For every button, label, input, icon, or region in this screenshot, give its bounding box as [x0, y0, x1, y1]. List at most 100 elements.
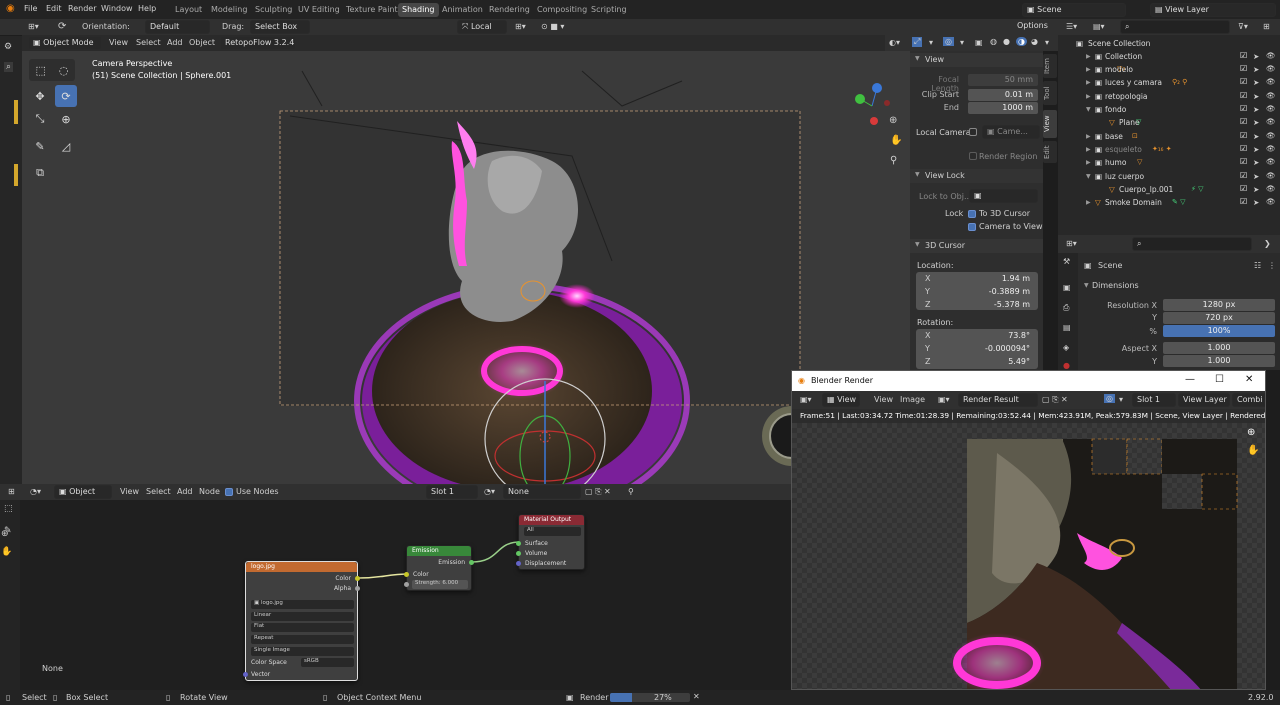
select-arrow-icon[interactable]: ➤	[1253, 198, 1259, 207]
outliner-row[interactable]: ▶ ▣ base ⊡ ☑ ➤ 👁	[1062, 130, 1280, 143]
aspect-x-field[interactable]: 1.000	[1163, 342, 1275, 354]
overlay-toggle-icon[interactable]: ◎	[943, 37, 954, 46]
dimensions-collapse-icon[interactable]: ▼	[1084, 282, 1089, 289]
eye-icon[interactable]: 👁	[1266, 144, 1276, 153]
viewport-menu-object[interactable]: Object	[189, 38, 215, 47]
transform-pivot-dropdown[interactable]: ⤧ Local	[457, 20, 507, 34]
outliner-item-name[interactable]: Smoke Domain	[1105, 198, 1162, 207]
select-arrow-icon[interactable]: ➤	[1253, 105, 1259, 114]
render-display-icon[interactable]: ◎	[1104, 394, 1115, 403]
eye-icon[interactable]: 👁	[1266, 64, 1276, 73]
exclude-checkbox-icon[interactable]: ☑	[1240, 197, 1247, 206]
cursor-location-z[interactable]: -5.378 m	[950, 299, 1035, 311]
proportional-icon[interactable]: ⊙ ■ ▾	[541, 22, 564, 31]
select-arrow-icon[interactable]: ➤	[1253, 92, 1259, 101]
image-texture-node[interactable]: logo.jpg Color Alpha ▣ logo.jpg Linear F…	[243, 561, 360, 681]
menu-file[interactable]: File	[24, 4, 37, 13]
outliner-row[interactable]: ▶ ▣ modelo ▽₇ ☑ ➤ 👁	[1062, 63, 1280, 76]
select-arrow-icon[interactable]: ➤	[1253, 65, 1259, 74]
outliner-row[interactable]: ▽ Plane ▽ ☑ ➤ 👁	[1062, 116, 1280, 129]
sidebar-tab-view[interactable]: View	[1043, 110, 1057, 138]
expand-arrow-icon[interactable]: ▶	[1086, 199, 1091, 206]
viewport-menu-add[interactable]: Add	[167, 38, 183, 47]
outliner-row[interactable]: ▽ Cuerpo_lp.001 ⚡ ▽ ☑ ➤ 👁	[1062, 183, 1280, 196]
menu-window[interactable]: Window	[101, 4, 133, 13]
scale-tool-button[interactable]: ⤡	[29, 108, 51, 130]
vector-socket[interactable]	[243, 672, 248, 677]
outliner-item-name[interactable]: luces y camara	[1105, 78, 1162, 87]
outliner-row[interactable]: ▼ ▣ fondo ☑ ➤ 👁	[1062, 103, 1280, 116]
object-mode-dropdown[interactable]: ▣ Object Mode	[28, 36, 102, 50]
exclude-checkbox-icon[interactable]: ☑	[1240, 104, 1247, 113]
eye-icon[interactable]: 👁	[1266, 184, 1276, 193]
eye-icon[interactable]: 👁	[1266, 171, 1276, 180]
displacement-socket[interactable]	[516, 561, 521, 566]
source-dropdown[interactable]: Single Image	[251, 647, 354, 656]
exclude-checkbox-icon[interactable]: ☑	[1240, 157, 1247, 166]
image-datablock-icons[interactable]: ▢ ⎘ ✕	[1042, 395, 1068, 405]
extension-dropdown[interactable]: Repeat	[251, 635, 354, 644]
rotate-tool-button[interactable]: ⟳	[55, 85, 77, 107]
render-pass-dropdown[interactable]: Combi	[1232, 393, 1265, 407]
image-alpha-socket[interactable]	[355, 586, 360, 591]
tab-sculpting[interactable]: Sculpting	[251, 3, 296, 17]
exclude-checkbox-icon[interactable]: ☑	[1240, 131, 1247, 140]
blender-logo-icon[interactable]: ◉	[6, 3, 15, 14]
tool-header-icon[interactable]: ⚙	[4, 42, 12, 52]
output-target-dropdown[interactable]: All	[524, 527, 581, 536]
render-view-layer-dropdown[interactable]: View Layer	[1178, 393, 1230, 407]
viewport-menu-select[interactable]: Select	[136, 38, 161, 47]
viewport-menu-view[interactable]: View	[109, 38, 128, 47]
projection-dropdown[interactable]: Flat	[251, 623, 354, 632]
eye-icon[interactable]: 👁	[1266, 91, 1276, 100]
tab-layout[interactable]: Layout	[171, 3, 206, 17]
shading-rendered-icon[interactable]: ◕	[1031, 37, 1038, 46]
eye-icon[interactable]: 👁	[1266, 104, 1276, 113]
tab-rendering[interactable]: Rendering	[485, 3, 534, 17]
render-result-field[interactable]: Render Result	[958, 393, 1038, 407]
lock-3d-cursor-option[interactable]: To 3D Cursor	[968, 209, 1030, 218]
exclude-checkbox-icon[interactable]: ☑	[1240, 144, 1247, 153]
image-node-header[interactable]: logo.jpg	[246, 562, 357, 572]
properties-search-input[interactable]: ⌕	[1132, 237, 1252, 251]
select-arrow-icon[interactable]: ➤	[1253, 185, 1259, 194]
local-camera-field[interactable]: ▣ Came...	[982, 125, 1040, 139]
tool-props-icon[interactable]: ⚒	[1063, 257, 1070, 266]
strength-field[interactable]: Strength: 6.000	[412, 580, 468, 589]
outliner-item-name[interactable]: base	[1105, 132, 1123, 141]
outliner-row[interactable]: ▶ ▽ Smoke Domain ✎ ▽ ☑ ➤ 👁	[1062, 196, 1280, 209]
camera-view-icon[interactable]: ⚲	[890, 155, 897, 166]
outliner-row-scene-collection[interactable]: ▣ Scene Collection	[1062, 37, 1280, 50]
select-tool-group[interactable]: ⬚ ◌	[29, 59, 75, 81]
volume-socket[interactable]	[516, 551, 521, 556]
render-zoom-icon[interactable]: ⊕	[1247, 427, 1255, 438]
display-mode-icon[interactable]: ▤▾	[1093, 22, 1105, 31]
select-box-icon[interactable]: ⬚	[35, 64, 45, 77]
properties-options-icon[interactable]: ⋮	[1268, 261, 1276, 270]
maximize-icon[interactable]: ☐	[1215, 374, 1224, 385]
scene-props-icon[interactable]: ◈	[1063, 343, 1069, 352]
snap-icon[interactable]: ⊞▾	[515, 22, 526, 31]
expand-arrow-icon[interactable]: ▶	[1086, 133, 1091, 140]
outliner-item-name[interactable]: esqueleto	[1105, 145, 1142, 154]
eye-icon[interactable]: 👁	[1266, 51, 1276, 60]
focal-length-field[interactable]: 50 mm	[968, 74, 1038, 86]
editor-type-icon[interactable]: ⊞▾	[28, 22, 39, 31]
outliner-item-name[interactable]: humo	[1105, 158, 1126, 167]
orientation-dropdown[interactable]: Default	[145, 20, 210, 34]
strength-socket[interactable]	[404, 582, 409, 587]
xray-icon[interactable]: ▣	[975, 38, 983, 47]
image-menu-view[interactable]: View	[874, 395, 893, 404]
cancel-render-icon[interactable]: ✕	[693, 692, 700, 701]
surface-socket[interactable]	[516, 541, 521, 546]
view-layer-props-icon[interactable]: ▤	[1063, 323, 1071, 332]
properties-list-icon[interactable]: ☷	[1254, 261, 1261, 270]
visibility-icon[interactable]: ◐▾	[889, 38, 900, 47]
interpolation-dropdown[interactable]: Linear	[251, 612, 354, 621]
exclude-checkbox-icon[interactable]: ☑	[1240, 77, 1247, 86]
resolution-y-field[interactable]: 720 px	[1163, 312, 1275, 324]
exclude-checkbox-icon[interactable]: ☑	[1240, 171, 1247, 180]
aspect-y-field[interactable]: 1.000	[1163, 355, 1275, 367]
select-arrow-icon[interactable]: ➤	[1253, 158, 1259, 167]
menu-edit[interactable]: Edit	[46, 4, 62, 13]
